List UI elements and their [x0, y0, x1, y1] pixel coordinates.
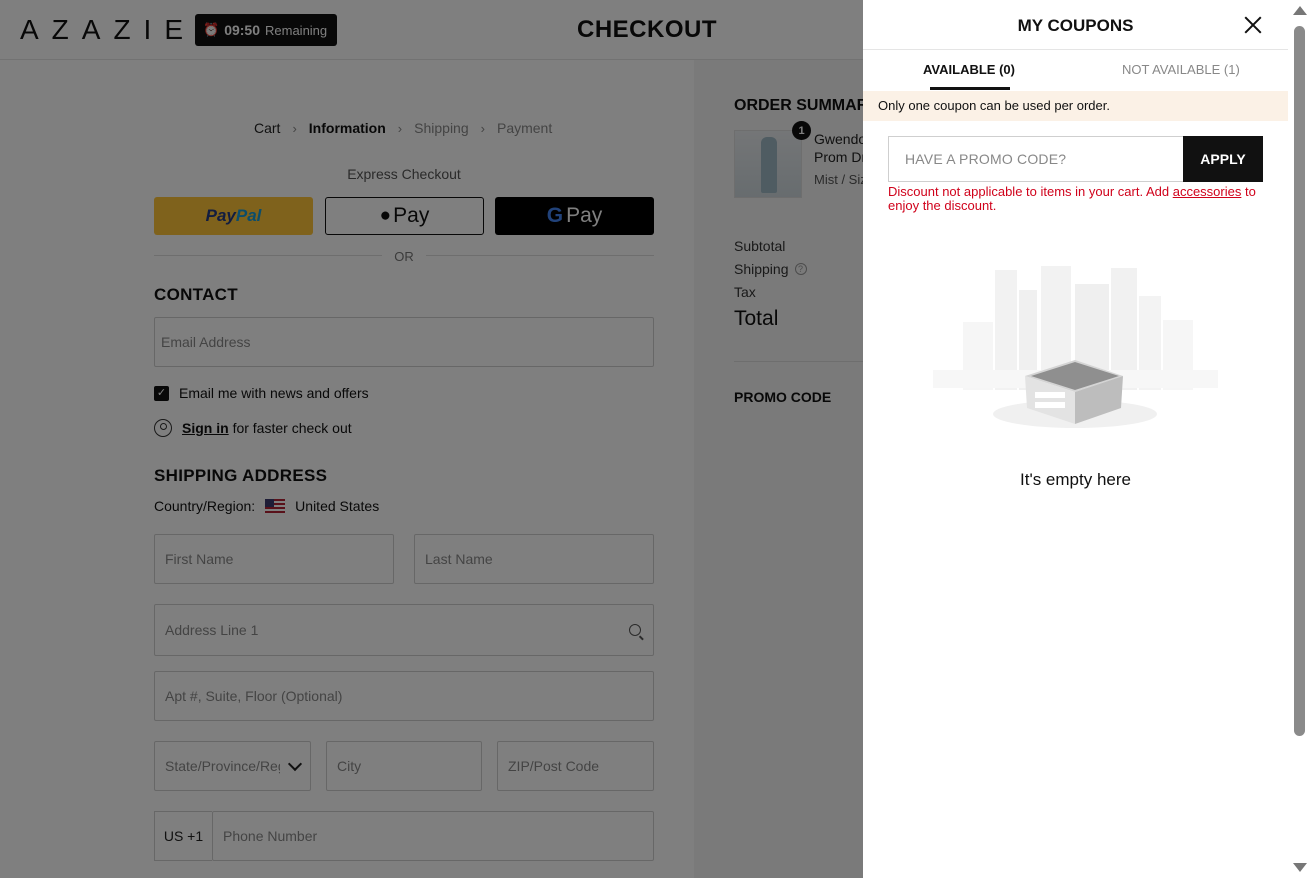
active-tab-indicator — [930, 87, 1010, 90]
apply-button[interactable]: APPLY — [1183, 136, 1263, 182]
accessories-link[interactable]: accessories — [1173, 184, 1242, 199]
drawer-title: MY COUPONS — [1017, 16, 1134, 35]
coupons-drawer: MY COUPONS AVAILABLE (0) NOT AVAILABLE (… — [863, 0, 1288, 878]
scroll-down-arrow-icon[interactable] — [1293, 863, 1307, 872]
scroll-up-arrow-icon[interactable] — [1293, 6, 1307, 15]
divider-line — [863, 49, 1288, 50]
scrollbar-thumb[interactable] — [1294, 26, 1305, 736]
tab-available[interactable]: AVAILABLE (0) — [923, 62, 1015, 77]
promo-code-input[interactable]: HAVE A PROMO CODE? — [888, 136, 1184, 182]
modal-backdrop[interactable] — [0, 0, 863, 878]
empty-box-illustration — [933, 266, 1218, 428]
promo-error-message: Discount not applicable to items in your… — [888, 185, 1273, 213]
close-icon[interactable] — [1243, 15, 1263, 35]
coupon-notice: Only one coupon can be used per order. — [863, 91, 1288, 121]
scrollbar[interactable] — [1288, 0, 1311, 878]
tab-not-available[interactable]: NOT AVAILABLE (1) — [1122, 62, 1240, 77]
empty-state-text: It's empty here — [1020, 470, 1131, 489]
error-text: Discount not applicable to items in your… — [888, 184, 1173, 199]
